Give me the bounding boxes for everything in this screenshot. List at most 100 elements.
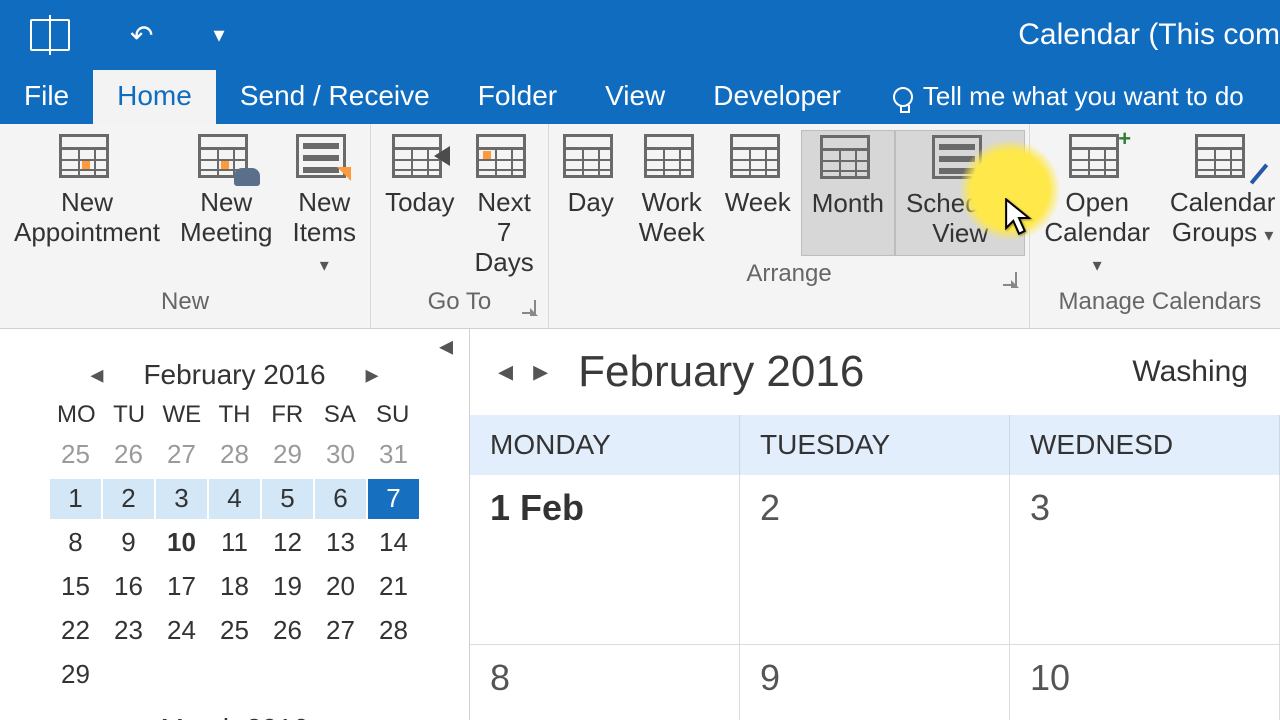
big-day-header-cell: WEDNESD (1010, 415, 1280, 475)
big-day-cell[interactable]: 10 (1010, 645, 1280, 720)
quick-access-more-icon[interactable]: ▾ (213, 22, 224, 48)
mini-day-cell[interactable]: 5 (262, 479, 313, 519)
mini-day-cell[interactable]: 12 (262, 523, 313, 563)
mini-day-cell[interactable]: 25 (50, 435, 101, 475)
ribbon-group-arrange: Day Work Week Week Month Schedule View (549, 124, 1031, 328)
mini-day-cell[interactable]: 27 (315, 611, 366, 651)
mini-day-cell[interactable]: 21 (368, 567, 419, 607)
mini-day-cell[interactable]: 30 (315, 435, 366, 475)
big-week-row: 8910 (470, 645, 1280, 720)
ribbon-group-new: New Appointment New Meeting New Items ▾ … (0, 124, 371, 328)
big-calendar-title: February 2016 (578, 347, 864, 397)
today-button[interactable]: Today (375, 130, 464, 284)
group-label-manage: Manage Calendars (1034, 284, 1280, 324)
group-label-new: New (4, 284, 366, 324)
calendar-today-icon (392, 134, 448, 182)
title-bar: ↶ ▾ Calendar (This com (0, 0, 1280, 70)
mini-day-headers: MOTUWETHFRSASU (50, 401, 419, 429)
new-meeting-button[interactable]: New Meeting (170, 130, 283, 284)
tab-view[interactable]: View (581, 70, 689, 124)
mini-day-cell[interactable]: 4 (209, 479, 260, 519)
big-prev-button[interactable]: ◂ (498, 354, 513, 389)
chevron-down-icon: ▾ (320, 255, 329, 275)
mini-day-cell[interactable]: 16 (103, 567, 154, 607)
mini-day-cell[interactable]: 26 (262, 611, 313, 651)
chevron-down-icon: ▾ (1264, 225, 1273, 245)
calendar-people-icon (198, 134, 254, 182)
tab-developer[interactable]: Developer (689, 70, 865, 124)
next-7-days-button[interactable]: Next 7 Days (464, 130, 543, 284)
tell-me-search[interactable]: Tell me what you want to do (893, 81, 1244, 124)
mini-day-cell[interactable]: 17 (156, 567, 207, 607)
calendar-list-icon (296, 134, 352, 182)
mini-day-cell[interactable]: 25 (209, 611, 260, 651)
tab-file[interactable]: File (0, 70, 93, 124)
mini-day-cell[interactable]: 9 (103, 523, 154, 563)
mini-day-cell[interactable]: 27 (156, 435, 207, 475)
collapse-pane-button[interactable]: ◂ (439, 329, 453, 362)
lightbulb-icon (893, 87, 913, 107)
mini-day-grid[interactable]: 2526272829303112345678910111213141516171… (50, 435, 419, 695)
mini-day-cell[interactable]: 31 (368, 435, 419, 475)
mini-day-cell[interactable]: 28 (209, 435, 260, 475)
mini-day-cell[interactable]: 6 (315, 479, 366, 519)
day-view-button[interactable]: Day (553, 130, 629, 256)
mini-day-cell[interactable]: 10 (156, 523, 207, 563)
mini-day-cell[interactable]: 3 (156, 479, 207, 519)
undo-button[interactable]: ↶ (130, 19, 153, 52)
month-view-button[interactable]: Month (801, 130, 895, 256)
tell-me-label: Tell me what you want to do (923, 81, 1244, 112)
mini-day-cell[interactable]: 29 (262, 435, 313, 475)
mini-day-cell[interactable]: 23 (103, 611, 154, 651)
week-view-button[interactable]: Week (715, 130, 801, 256)
big-day-cell[interactable]: 9 (740, 645, 1010, 720)
calendar-week-icon (476, 134, 532, 182)
new-items-button[interactable]: New Items ▾ (282, 130, 366, 284)
mini-dow-cell: SA (314, 401, 367, 429)
mini-day-cell[interactable]: 20 (315, 567, 366, 607)
next-month-button[interactable]: ▸ (366, 359, 379, 390)
mini-day-cell[interactable]: 19 (262, 567, 313, 607)
dialog-launcher-icon[interactable] (522, 300, 536, 314)
new-appointment-button[interactable]: New Appointment (4, 130, 170, 284)
group-label-arrange: Arrange (553, 256, 1026, 296)
mini-day-cell[interactable]: 18 (209, 567, 260, 607)
mini-day-cell (209, 655, 260, 695)
open-calendar-button[interactable]: + Open Calendar ▾ (1034, 130, 1160, 284)
mini-day-cell[interactable]: 24 (156, 611, 207, 651)
tab-home[interactable]: Home (93, 70, 216, 124)
mini-day-cell (103, 655, 154, 695)
big-next-button[interactable]: ▸ (533, 354, 548, 389)
mini-day-cell[interactable]: 15 (50, 567, 101, 607)
tab-folder[interactable]: Folder (454, 70, 581, 124)
mini-day-cell[interactable]: 14 (368, 523, 419, 563)
prev-month-button[interactable]: ◂ (90, 359, 103, 390)
mini-dow-cell: TU (103, 401, 156, 429)
tab-send-receive[interactable]: Send / Receive (216, 70, 454, 124)
mini-day-cell[interactable]: 7 (368, 479, 419, 519)
big-day-cell[interactable]: 3 (1010, 475, 1280, 645)
dialog-launcher-icon[interactable] (1003, 272, 1017, 286)
big-day-cell[interactable]: 2 (740, 475, 1010, 645)
mini-dow-cell: SU (366, 401, 419, 429)
big-day-cell[interactable]: 8 (470, 645, 740, 720)
mini-day-cell[interactable]: 1 (50, 479, 101, 519)
big-day-header-cell: MONDAY (470, 415, 740, 475)
mini-day-cell[interactable]: 11 (209, 523, 260, 563)
mini-day-cell[interactable]: 29 (50, 655, 101, 695)
big-day-header-cell: TUESDAY (740, 415, 1010, 475)
chevron-down-icon: ▾ (1093, 255, 1102, 275)
schedule-view-button[interactable]: Schedule View (895, 130, 1025, 256)
mini-day-cell[interactable]: 8 (50, 523, 101, 563)
mini-dow-cell: WE (155, 401, 208, 429)
big-day-cell[interactable]: 1 Feb (470, 475, 740, 645)
mini-day-cell[interactable]: 26 (103, 435, 154, 475)
mini-day-cell[interactable]: 2 (103, 479, 154, 519)
mini-day-cell[interactable]: 28 (368, 611, 419, 651)
mini-day-cell (156, 655, 207, 695)
mini-day-cell[interactable]: 13 (315, 523, 366, 563)
calendar-groups-button[interactable]: Calendar Groups ▾ (1160, 130, 1280, 284)
calendar-open-icon: + (1069, 134, 1125, 182)
work-week-view-button[interactable]: Work Week (629, 130, 715, 256)
mini-day-cell[interactable]: 22 (50, 611, 101, 651)
